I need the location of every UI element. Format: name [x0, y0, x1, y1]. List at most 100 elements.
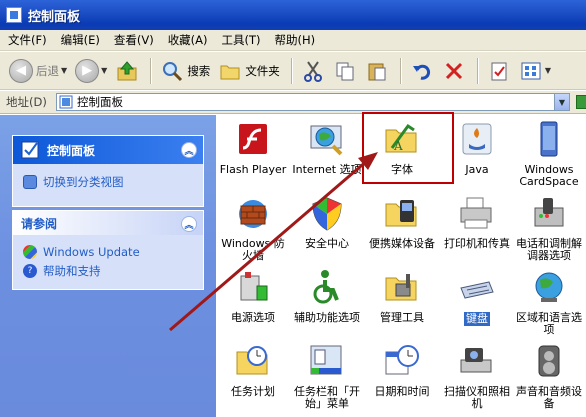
item-scheduled-tasks[interactable]: 任务计划: [216, 342, 290, 398]
forward-arrow-icon: ▶: [75, 58, 100, 83]
collapse-chevron-icon[interactable]: ︽: [181, 142, 197, 158]
windows-update-link[interactable]: Windows Update: [23, 245, 193, 259]
switch-view-icon: [23, 175, 37, 189]
copy-button[interactable]: [330, 56, 360, 86]
task-pane: 控制面板 ︽ 切换到分类视图 请参阅 ︽ Windows Update ? 帮助…: [0, 115, 216, 417]
keyboard-icon: [457, 268, 497, 308]
forward-button[interactable]: ▶ ▼: [72, 56, 110, 86]
item-windows-firewall[interactable]: Windows 防火墙: [216, 194, 290, 262]
cardspace-icon: [529, 120, 569, 160]
paste-icon: [365, 59, 389, 83]
item-sound-audio[interactable]: 声音和音频设备: [512, 342, 586, 410]
item-date-time[interactable]: 日期和时间: [365, 342, 439, 398]
control-panel-section-header[interactable]: 控制面板 ︽: [13, 136, 203, 164]
menu-file[interactable]: 文件(F): [8, 32, 47, 48]
undo-button[interactable]: [407, 56, 437, 86]
chevron-down-icon: ▼: [101, 66, 108, 75]
address-bar: 地址(D) 控制面板 ▼: [0, 91, 586, 114]
undo-icon: [410, 59, 434, 83]
toolbar-separator: [399, 57, 401, 84]
toolbar-separator: [290, 57, 292, 84]
folders-icon: [218, 59, 242, 83]
go-button[interactable]: [576, 95, 586, 109]
menu-view[interactable]: 查看(V): [114, 32, 154, 48]
toolbar: ◀ 后退 ▼ ▶ ▼ 搜索 文件夹 ▼: [0, 52, 586, 90]
flash-icon: [233, 120, 273, 160]
menu-tools[interactable]: 工具(T): [222, 32, 261, 48]
item-power-options[interactable]: 电源选项: [216, 268, 290, 324]
help-icon: ?: [23, 264, 37, 278]
firewall-icon: [233, 194, 273, 234]
menu-help[interactable]: 帮助(H): [275, 32, 316, 48]
search-icon: [160, 59, 184, 83]
portable-media-icon: [382, 194, 422, 234]
scanner-camera-icon: [457, 342, 497, 382]
item-portable-media[interactable]: 便携媒体设备: [365, 194, 439, 250]
item-keyboard[interactable]: 键盘: [440, 268, 514, 326]
printer-icon: [457, 194, 497, 234]
control-panel-section: 控制面板 ︽ 切换到分类视图: [12, 135, 204, 207]
up-button[interactable]: [112, 56, 142, 86]
scissors-icon: [301, 59, 325, 83]
paste-button[interactable]: [362, 56, 392, 86]
item-phone-modem[interactable]: 电话和调制解调器选项: [512, 194, 586, 262]
control-panel-icon: [59, 95, 73, 109]
windows-update-icon: [23, 245, 37, 259]
item-accessibility[interactable]: 辅助功能选项: [290, 268, 364, 324]
cut-button[interactable]: [298, 56, 328, 86]
item-flash-player[interactable]: Flash Player: [216, 120, 290, 176]
delete-x-icon: [442, 59, 466, 83]
sound-icon: [529, 342, 569, 382]
back-button[interactable]: ◀ 后退 ▼: [6, 56, 70, 86]
menu-edit[interactable]: 编辑(E): [61, 32, 100, 48]
item-region-language[interactable]: 区域和语言选项: [512, 268, 586, 336]
see-also-body: Windows Update ? 帮助和支持: [13, 235, 203, 289]
toolbar-separator: [150, 57, 152, 84]
folders-button[interactable]: 文件夹: [215, 56, 283, 86]
address-label: 地址(D): [6, 95, 47, 109]
scheduled-tasks-icon: [233, 342, 273, 382]
item-admin-tools[interactable]: 管理工具: [365, 268, 439, 324]
item-scanners-cameras[interactable]: 扫描仪和照相机: [440, 342, 514, 410]
folder-up-icon: [115, 59, 139, 83]
date-time-icon: [382, 342, 422, 382]
java-icon: [457, 120, 497, 160]
item-printers-faxes[interactable]: 打印机和传真: [440, 194, 514, 250]
help-support-link[interactable]: ? 帮助和支持: [23, 263, 193, 279]
item-windows-cardspace[interactable]: Windows CardSpace: [512, 120, 586, 188]
switch-category-view-link[interactable]: 切换到分类视图: [23, 174, 193, 190]
see-also-section: 请参阅 ︽ Windows Update ? 帮助和支持: [12, 210, 204, 290]
chevron-down-icon: ▼: [544, 66, 551, 75]
views-icon: [519, 59, 543, 83]
copy-icon: [333, 59, 357, 83]
item-taskbar-start-menu[interactable]: 任务栏和「开始」菜单: [290, 342, 364, 410]
menu-bar: 文件(F) 编辑(E) 查看(V) 收藏(A) 工具(T) 帮助(H): [0, 30, 586, 51]
back-arrow-icon: ◀: [9, 58, 33, 83]
collapse-chevron-icon[interactable]: ︽: [181, 216, 197, 232]
internet-options-icon: [307, 120, 347, 160]
control-panel-section-body: 切换到分类视图: [13, 164, 203, 200]
address-value: 控制面板: [77, 95, 123, 109]
address-input[interactable]: 控制面板 ▼: [56, 93, 570, 111]
views-button[interactable]: ▼: [516, 56, 554, 86]
properties-button[interactable]: [484, 56, 514, 86]
chevron-down-icon[interactable]: ▼: [554, 94, 569, 110]
security-center-icon: [307, 194, 347, 234]
search-button[interactable]: 搜索: [157, 56, 213, 86]
delete-button[interactable]: [439, 56, 469, 86]
accessibility-icon: [307, 268, 347, 308]
admin-tools-icon: [382, 268, 422, 308]
properties-icon: [487, 59, 511, 83]
see-also-header[interactable]: 请参阅 ︽: [13, 211, 203, 235]
chevron-down-icon: ▼: [61, 66, 68, 75]
item-security-center[interactable]: 安全中心: [290, 194, 364, 250]
region-language-icon: [529, 268, 569, 308]
taskbar-icon: [307, 342, 347, 382]
item-internet-options[interactable]: Internet 选项: [290, 120, 364, 176]
control-panel-icon: [21, 141, 39, 159]
title-bar: 控制面板: [0, 0, 586, 30]
window-title: 控制面板: [28, 9, 81, 25]
control-panel-icon: [6, 7, 22, 23]
toolbar-separator: [476, 57, 478, 84]
menu-favorites[interactable]: 收藏(A): [168, 32, 208, 48]
